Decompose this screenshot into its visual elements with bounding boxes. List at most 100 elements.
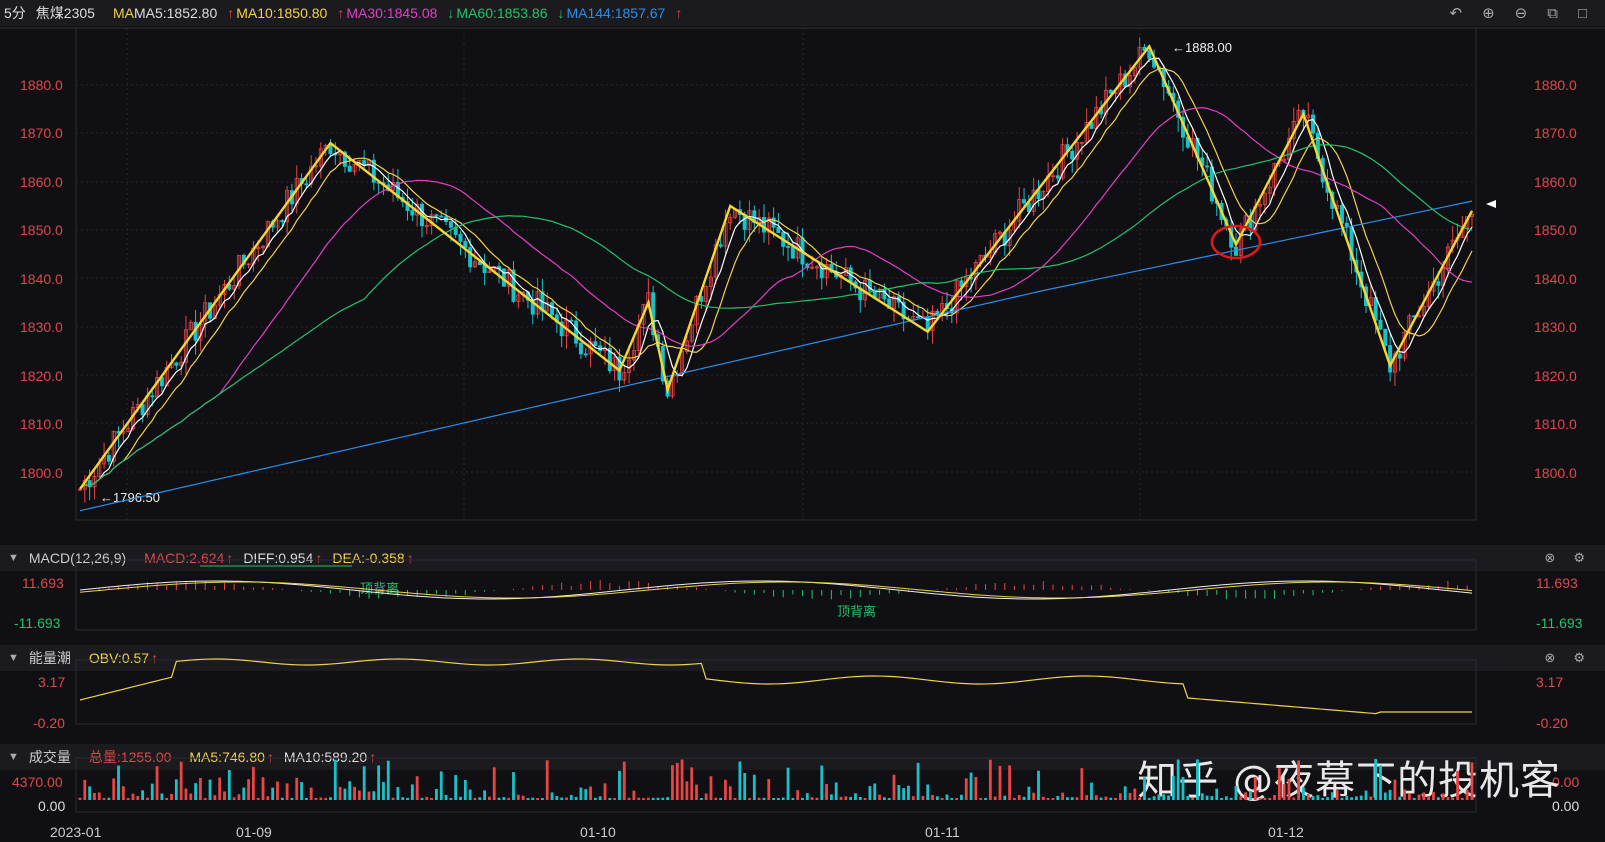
volume-bar [1104,796,1108,800]
candle [174,362,179,366]
volume-bar [656,797,660,800]
volume-bar [1008,765,1012,800]
volume-bar [449,797,453,800]
volume-bar [772,797,775,800]
volume-bar [372,791,376,800]
volume-bar [988,759,992,800]
volume-bar [767,779,771,800]
volume-bar [1239,796,1243,800]
volume-bar [146,797,149,800]
volume-bar [165,797,169,800]
volume-bar [329,797,332,800]
candle [680,351,685,375]
volume-bar [685,781,689,800]
volume-bar [661,797,665,800]
volume-bar [179,761,183,800]
volume-bar [391,797,395,800]
candle [776,226,781,233]
volume-bar [1022,796,1026,800]
volume-bar [1244,792,1248,800]
volume-bar [430,797,434,800]
volume-bar [1027,786,1031,800]
volume-bar [825,783,828,800]
volume-bar [1215,788,1219,800]
volume-bar [801,797,804,800]
volume-bar [1407,793,1411,800]
volume-bar [507,797,511,800]
candle [1262,192,1267,205]
volume-bar [1316,795,1320,800]
candle [1094,107,1099,129]
volume-bar [1379,765,1382,800]
volume-bar [1046,797,1050,800]
volume-bar [126,798,130,800]
volume-bar [78,797,82,800]
volume-bar [1321,797,1325,800]
volume-bar [907,785,910,800]
volume-bar [1432,792,1435,800]
volume-bar [131,793,135,800]
candle [1344,222,1349,227]
volume-bar [1253,777,1257,800]
volume-bar [184,788,188,800]
volume-bar [304,797,308,800]
candle [1209,166,1214,202]
volume-bar [285,783,289,800]
chart-canvas [0,27,1605,813]
volume-bar [979,797,983,800]
volume-bar [555,796,559,800]
volume-bar [1287,778,1291,800]
volume-bar [396,787,400,800]
candle [718,244,723,247]
volume-bar [887,797,891,800]
obv-line [79,658,1472,715]
volume-bar [969,772,973,800]
volume-bar [1249,791,1252,800]
volume-bar [757,797,761,800]
volume-bar [935,796,939,800]
volume-bar [960,794,963,800]
volume-bar [1369,796,1373,800]
candle [997,231,1002,235]
candle [1267,186,1272,194]
volume-bar [232,797,236,800]
volume-bar [1109,797,1113,800]
volume-bar [1032,792,1036,800]
volume-bar [521,795,525,800]
volume-bar [931,794,934,800]
volume-bar [1282,784,1286,800]
volume-bar [733,797,737,800]
candle [1055,175,1060,179]
volume-bar [1412,797,1416,800]
candle [627,359,632,373]
candle [598,345,603,352]
volume-bar [579,787,583,800]
volume-bar [1099,797,1103,800]
volume-bar [1234,786,1238,800]
ma-line [79,67,1473,490]
candle [275,220,280,228]
candle [463,240,468,248]
volume-bar [237,794,241,800]
volume-bar [651,797,655,800]
volume-bar [1186,796,1190,800]
volume-bar [1167,795,1170,800]
volume-bar [1176,759,1180,800]
volume-bar [1181,777,1185,800]
candle [704,285,709,302]
candle [434,214,439,217]
volume-bar [155,766,159,800]
volume-bar [536,797,539,800]
volume-bar [1436,797,1440,800]
volume-bar [709,776,713,800]
volume-bar [295,777,299,800]
candle [468,247,473,268]
volume-bar [1335,790,1339,800]
candle [593,341,598,347]
candle [1306,114,1311,118]
volume-bar [1393,779,1397,800]
candle [150,395,155,398]
candle [810,266,815,269]
candle [708,276,713,287]
candle [410,210,415,216]
